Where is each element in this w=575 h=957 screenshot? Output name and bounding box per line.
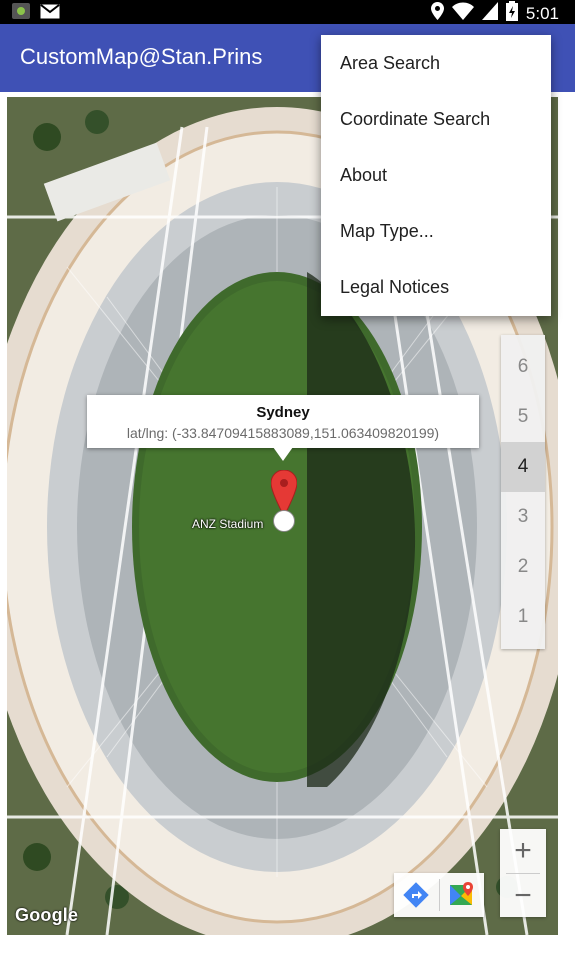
google-logo: Google [15, 905, 79, 925]
status-bar: 5:01 [0, 0, 575, 24]
info-window-title: Sydney [256, 404, 310, 421]
zoom-out-button[interactable]: − [500, 874, 546, 918]
app-notification-icon [12, 3, 30, 24]
level-5-button[interactable]: 5 [501, 392, 545, 442]
map-toolbar [394, 873, 484, 917]
menu-item-map-type[interactable]: Map Type... [321, 203, 551, 259]
app-title: CustomMap@Stan.Prins [20, 44, 263, 69]
signal-icon [481, 2, 498, 25]
menu-item-legal-notices[interactable]: Legal Notices [321, 259, 551, 315]
info-window-snippet: lat/lng: (-33.84709415883089,151.0634098… [126, 425, 440, 441]
level-2-button[interactable]: 2 [501, 542, 545, 592]
status-time: 5:01 [525, 3, 559, 23]
level-4-button[interactable]: 4 [501, 442, 545, 492]
indoor-level-picker: 6 5 4 3 2 1 [501, 335, 545, 649]
directions-icon[interactable] [394, 873, 439, 917]
stadium-icon [273, 510, 295, 532]
info-window-tail [273, 447, 293, 461]
zoom-in-button[interactable]: + [500, 829, 546, 873]
zoom-controls: + − [500, 829, 546, 917]
mail-icon [40, 3, 60, 24]
google-maps-icon[interactable] [439, 873, 484, 917]
battery-icon [505, 1, 518, 26]
place-label: ANZ Stadium [192, 517, 264, 531]
level-3-button[interactable]: 3 [501, 492, 545, 542]
overflow-menu: Area Search Coordinate Search About Map … [321, 35, 551, 316]
level-6-button[interactable]: 6 [501, 342, 545, 392]
info-window[interactable]: Sydney lat/lng: (-33.84709415883089,151.… [87, 395, 479, 461]
wifi-icon [451, 2, 474, 25]
menu-item-area-search[interactable]: Area Search [321, 35, 551, 91]
location-icon [430, 2, 444, 25]
menu-item-coordinate-search[interactable]: Coordinate Search [321, 91, 551, 147]
menu-item-about[interactable]: About [321, 147, 551, 203]
level-1-button[interactable]: 1 [501, 592, 545, 642]
